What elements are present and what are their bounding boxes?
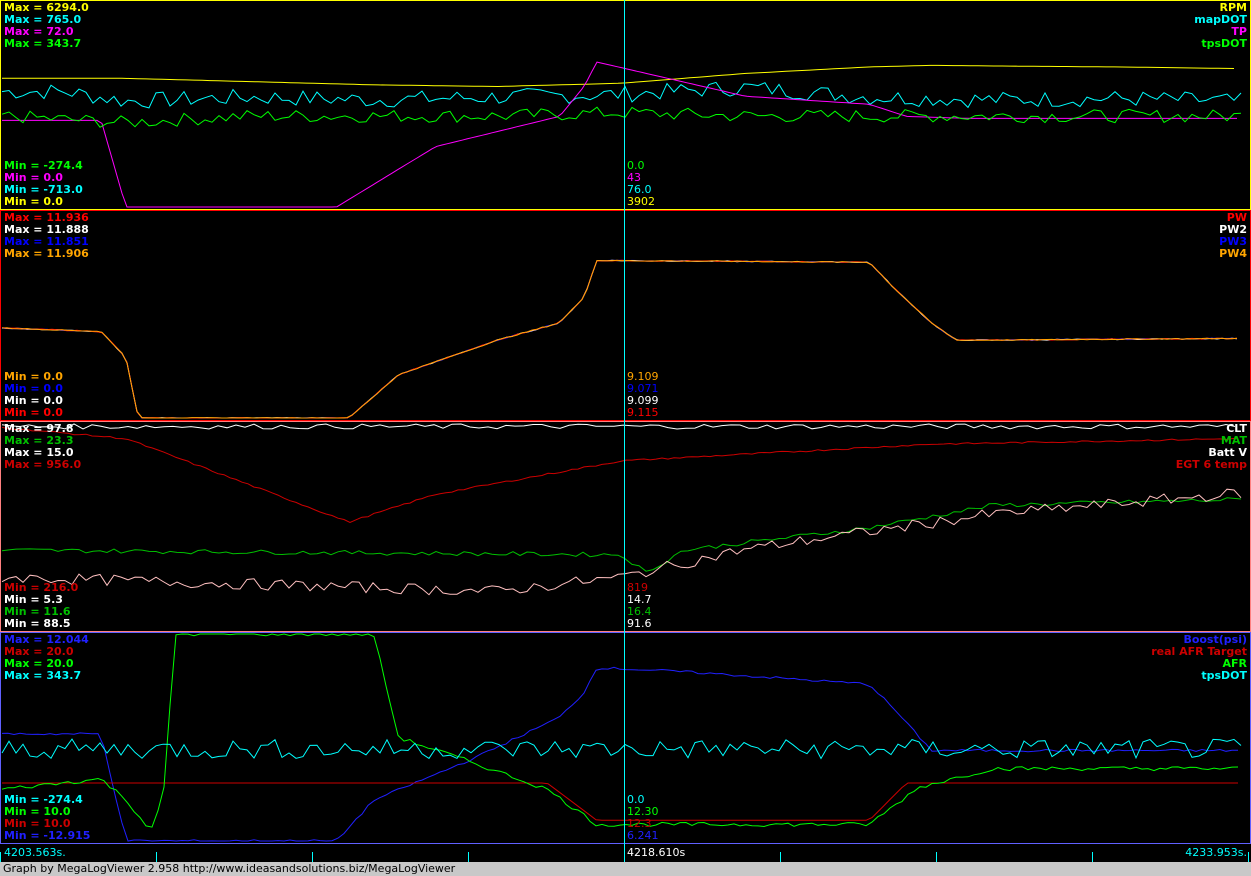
- series-line-rpm: [2, 64, 1235, 88]
- series-line-mat: [1, 497, 1242, 572]
- panel-4-border: [0, 632, 1251, 844]
- max-label-3-3: Max = 956.0: [4, 458, 81, 471]
- series-line-pw4: [1, 259, 1238, 419]
- series-line-tpsdot-p4: [1, 738, 1242, 760]
- series-line-afr-target: [2, 782, 1238, 821]
- legend-label-4-3: tpsDOT: [1201, 669, 1247, 682]
- max-label-1-3: Max = 343.7: [4, 37, 81, 50]
- legend-label-1-3: tpsDOT: [1201, 37, 1247, 50]
- status-bar: Graph by MegaLogViewer 2.958 http://www.…: [0, 862, 1251, 876]
- series-line-afr: [1, 633, 1239, 828]
- series-line-mapdot: [1, 81, 1242, 109]
- cursor-value-1-0: 3902: [627, 195, 655, 208]
- series-line-clt: [1, 423, 1236, 430]
- footer-credit: Graph by MegaLogViewer 2.958 http://www.…: [3, 862, 456, 875]
- time-start-label: 4203.563s.: [4, 846, 66, 859]
- series-line-tp: [2, 61, 1237, 208]
- time-end-label: 4233.953s.: [1185, 846, 1247, 859]
- series-line-batt-v: [1, 488, 1242, 596]
- series-line-egt: [1, 426, 1239, 523]
- series-line-tpsdot: [1, 106, 1242, 128]
- min-label-3-0: Min = 88.5: [4, 617, 71, 630]
- min-label-4-0: Min = -12.915: [4, 829, 90, 842]
- max-label-2-3: Max = 11.906: [4, 247, 89, 260]
- cursor-value-3-0: 91.6: [627, 617, 652, 630]
- series-line-boost: [1, 666, 1238, 842]
- log-chart[interactable]: Max = 6294.0Max = 765.0Max = 72.0Max = 3…: [0, 0, 1251, 862]
- cursor-value-2-0: 9.115: [627, 406, 659, 419]
- cursor-value-4-0: 6.241: [627, 829, 659, 842]
- legend-label-3-3: EGT 6 temp: [1176, 458, 1247, 471]
- legend-label-2-3: PW4: [1219, 247, 1247, 260]
- min-label-1-0: Min = 0.0: [4, 195, 63, 208]
- panel-3-border: [0, 421, 1251, 632]
- max-label-4-3: Max = 343.7: [4, 669, 81, 682]
- time-cursor-label: 4218.610s: [627, 846, 685, 859]
- panel-2-border: [0, 210, 1251, 421]
- min-label-2-0: Min = 0.0: [4, 406, 63, 419]
